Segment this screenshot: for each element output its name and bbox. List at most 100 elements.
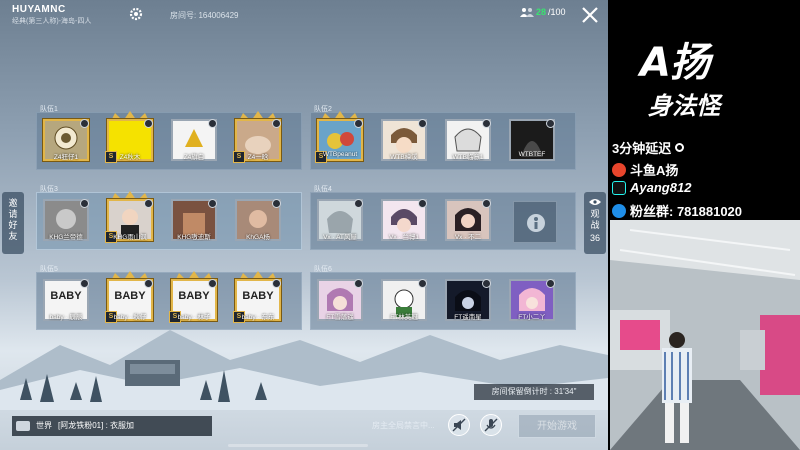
player-badge-icon (144, 199, 153, 208)
player-slot[interactable]: Z4旗白 (167, 117, 221, 167)
player-slot[interactable]: FT林英冠 (377, 277, 431, 327)
player-name: Z4旗白 (183, 154, 205, 161)
player-badge-icon (546, 119, 555, 128)
team-card: 队伍1 Z4狂仔1 S Z4秋木 Z4旗白 S Z4一晗 (36, 106, 302, 170)
fans-group-line: 粉丝群: 781881020 (612, 201, 742, 220)
player-slot[interactable]: Vx · 兰博1 (377, 197, 431, 247)
player-badge-icon (354, 279, 363, 288)
player-name: WTBTEF (518, 151, 546, 158)
microphone-button[interactable] (480, 414, 502, 436)
team-label: 队伍1 (40, 106, 58, 113)
player-slot[interactable]: BABY baby · 辰辰 (39, 277, 93, 327)
team-label: 队伍5 (40, 266, 58, 273)
player-slot[interactable]: WTBTEF (505, 117, 559, 167)
player-slot[interactable]: FT小二丫 (505, 277, 559, 327)
team-card: 队伍2 S WTBpeanut WTB樟溪 WTB临意1 WTBTEF (310, 106, 576, 170)
player-badge-icon (80, 279, 89, 288)
people-icon (520, 8, 534, 17)
player-name: WTB樟溪 (390, 154, 418, 161)
player-slot[interactable]: BABY S baby · 东东 (231, 271, 285, 327)
player-name: baby · 东东 (241, 314, 275, 321)
player-count: 28 /100 (520, 7, 566, 17)
empty-slot[interactable] (513, 201, 557, 243)
webcam-scene (610, 220, 800, 450)
player-slot[interactable]: Vx · AT风屋 (313, 197, 367, 247)
chat-bar[interactable]: 世界 [阿龙铁粉01] : 衣服加 (12, 416, 212, 436)
player-badge-icon (272, 119, 281, 128)
room-mode: 经典(第三人称)-海岛-四人 (12, 18, 92, 25)
eye-icon (589, 199, 601, 205)
gear-icon[interactable] (128, 6, 144, 22)
player-badge-icon (272, 199, 281, 208)
player-name: Vx · 兰博1 (389, 234, 419, 241)
player-count-current: 28 (536, 7, 547, 17)
microphone-icon (484, 418, 498, 432)
player-name: KHG兰帝德 (49, 234, 83, 241)
douyu-icon (612, 162, 626, 177)
player-badge-icon (272, 279, 281, 288)
player-name: KHG雨山沨 (113, 234, 147, 241)
player-slot[interactable]: S Z4秋木 (103, 111, 157, 167)
home-indicator (228, 444, 368, 447)
player-name: WTB临意1 (452, 154, 484, 161)
fans-group-text: 粉丝群: 781881020 (630, 204, 743, 219)
player-slot[interactable]: KHG嗷迪斯 (167, 197, 221, 247)
douyin-icon (612, 180, 626, 195)
player-badge-icon (208, 199, 217, 208)
player-slot[interactable]: FT雪落遥 (313, 277, 367, 327)
player-slot[interactable]: WTB樟溪 (377, 117, 431, 167)
player-slot[interactable]: Vx · 不二 (441, 197, 495, 247)
player-slot[interactable]: S KHG雨山沨 (103, 191, 157, 247)
player-badge-icon (354, 199, 363, 208)
invite-friends-tab[interactable]: 邀 请 好 友 (2, 192, 24, 254)
player-name: FT小二丫 (518, 314, 546, 321)
player-badge-icon (418, 199, 427, 208)
player-badge-icon (546, 279, 555, 288)
add-player-icon (527, 214, 545, 232)
close-icon[interactable] (580, 5, 600, 25)
player-badge-icon (144, 279, 153, 288)
douyin-line: Ayang812 (612, 180, 691, 195)
spectate-tab[interactable]: 观 战 36 (584, 192, 606, 254)
team-label: 队伍6 (314, 266, 332, 273)
start-game-button[interactable]: 开始游戏 (518, 414, 596, 438)
player-slot[interactable]: KHG兰帝德 (39, 197, 93, 247)
player-count-max: /100 (548, 7, 566, 17)
team-label: 队伍3 (40, 186, 58, 193)
player-name: WTBpeanut (322, 151, 358, 158)
chat-icon (16, 421, 30, 431)
record-icon (675, 143, 685, 152)
player-slot[interactable]: Z4狂仔1 (39, 117, 93, 167)
room-countdown: 房间保留倒计时 : 31'34" (474, 384, 594, 400)
player-badge-icon (208, 279, 217, 288)
player-slot[interactable]: WTB临意1 (441, 117, 495, 167)
player-slot[interactable]: BABY S baby · 秋仔 (103, 271, 157, 327)
player-name: FT遥南星 (454, 314, 482, 321)
player-slot[interactable]: S WTBpeanut (313, 111, 367, 167)
player-slot[interactable]: KhGA杨 (231, 197, 285, 247)
player-badge-icon (80, 199, 89, 208)
speaker-button[interactable] (448, 414, 470, 436)
webcam-feed (610, 220, 800, 450)
chat-channel: 世界 (36, 421, 52, 430)
douyu-text: 斗鱼A扬 (630, 163, 679, 178)
player-name: FT林英冠 (390, 314, 418, 321)
player-name: Z4一晗 (247, 154, 269, 161)
team-card: 队伍6 FT雪落遥 FT林英冠 FT遥南星 FT小二丫 (310, 266, 576, 330)
player-name: Z4秋木 (119, 154, 141, 161)
streamer-subtitle: 身法怪 (648, 92, 720, 120)
player-slot[interactable]: S Z4一晗 (231, 111, 285, 167)
player-badge-icon (80, 119, 89, 128)
player-badge-icon (208, 119, 217, 128)
player-badge-icon (482, 279, 491, 288)
player-name: Vx · 不二 (454, 234, 482, 241)
room-number: 房间号: 164006429 (170, 11, 239, 20)
chat-message: [阿龙铁粉01] : 衣服加 (58, 421, 135, 430)
player-name: Vx · AT风屋 (323, 234, 357, 241)
player-name: baby · 秋仔 (113, 314, 147, 321)
player-slot[interactable]: BABY S baby · 林子 (167, 271, 221, 327)
team-card: 队伍3 KHG兰帝德 S KHG雨山沨 KHG嗷迪斯 KhGA杨 (36, 186, 302, 250)
player-slot[interactable]: FT遥南星 (441, 277, 495, 327)
player-badge-icon (144, 119, 153, 128)
player-name: Z4狂仔1 (53, 154, 79, 161)
